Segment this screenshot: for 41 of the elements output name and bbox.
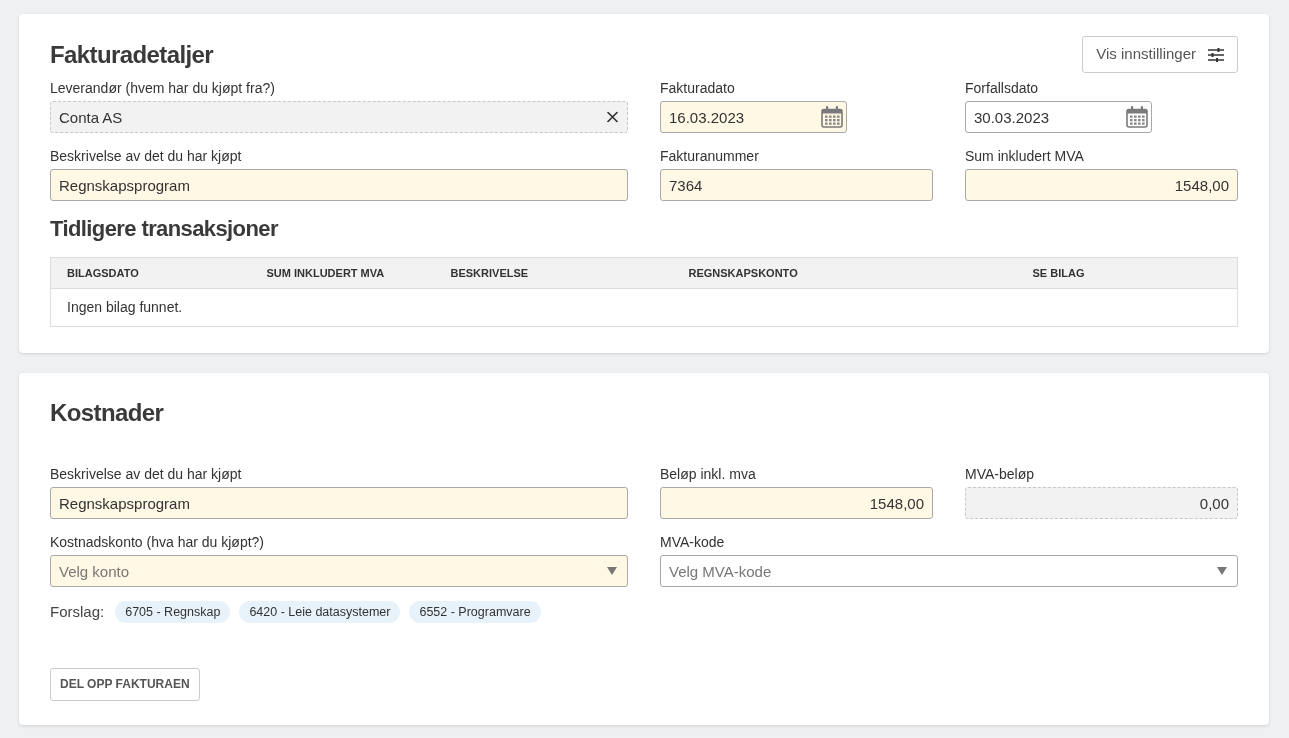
date-field[interactable]: 16.03.2023 <box>660 101 847 133</box>
field-label: Fakturadato <box>660 79 736 97</box>
close-icon <box>607 111 618 123</box>
field-label: MVA-beløp <box>965 465 1035 483</box>
caret-icon <box>1217 567 1227 575</box>
empty-message: Ingen bilag funnet. <box>50 288 1238 327</box>
calendar-icon <box>1126 106 1148 128</box>
column-header: BESKRIVELSE <box>434 257 673 289</box>
column-header: REGNSKAPSKONTO <box>672 257 1017 289</box>
field-label: Beskrivelse av det du har kjøpt <box>50 147 243 165</box>
caret-icon <box>607 567 617 575</box>
input-field[interactable]: 7364 <box>660 169 933 201</box>
input-field[interactable]: Regnskapsprogram <box>50 169 628 201</box>
field-label: Fakturanummer <box>660 147 760 165</box>
amount-field[interactable]: 1548,00 <box>660 487 933 519</box>
field-label: Sum inkludert MVA <box>965 147 1085 165</box>
column-header: BILAGSDATO <box>50 257 251 289</box>
suggestion-chip[interactable]: 6420 - Leie datasystemer <box>239 601 401 624</box>
suggestion-chip[interactable]: 6552 - Programvare <box>409 601 541 624</box>
amount-field[interactable]: 1548,00 <box>965 169 1238 201</box>
input-field[interactable]: Regnskapsprogram <box>50 487 628 519</box>
field-label: Forfallsdato <box>965 79 1040 97</box>
field-label: Kostnadskonto (hva har du kjøpt?) <box>50 533 265 551</box>
suggestion-chip[interactable]: 6705 - Regnskap <box>115 601 231 624</box>
select-field[interactable]: Velg MVA-kode <box>660 555 1238 587</box>
section-title: Kostnader <box>50 399 164 427</box>
date-field[interactable]: 30.03.2023 <box>965 101 1152 133</box>
select-field[interactable]: Velg konto <box>50 555 628 587</box>
suggestions-label: Forslag: <box>50 602 105 622</box>
sliders-icon <box>1208 47 1224 62</box>
field-label: MVA-kode <box>660 533 726 551</box>
section-title: Fakturadetaljer <box>50 40 214 69</box>
field-label: Beløp inkl. mva <box>660 465 757 483</box>
calendar-icon <box>821 106 843 128</box>
field-label: Leverandør (hvem har du kjøpt fra?) <box>50 79 276 97</box>
field-label: Beskrivelse av det du har kjøpt <box>50 465 243 483</box>
settings-button[interactable]: Vis innstillinger <box>1082 36 1238 73</box>
section-title: Tidligere transaksjoner <box>50 215 280 243</box>
column-header: SE BILAG <box>1016 257 1238 289</box>
split-invoice-button[interactable]: DEL OPP FAKTURAEN <box>50 667 200 701</box>
column-header: SUM INKLUDERT MVA <box>250 257 435 289</box>
